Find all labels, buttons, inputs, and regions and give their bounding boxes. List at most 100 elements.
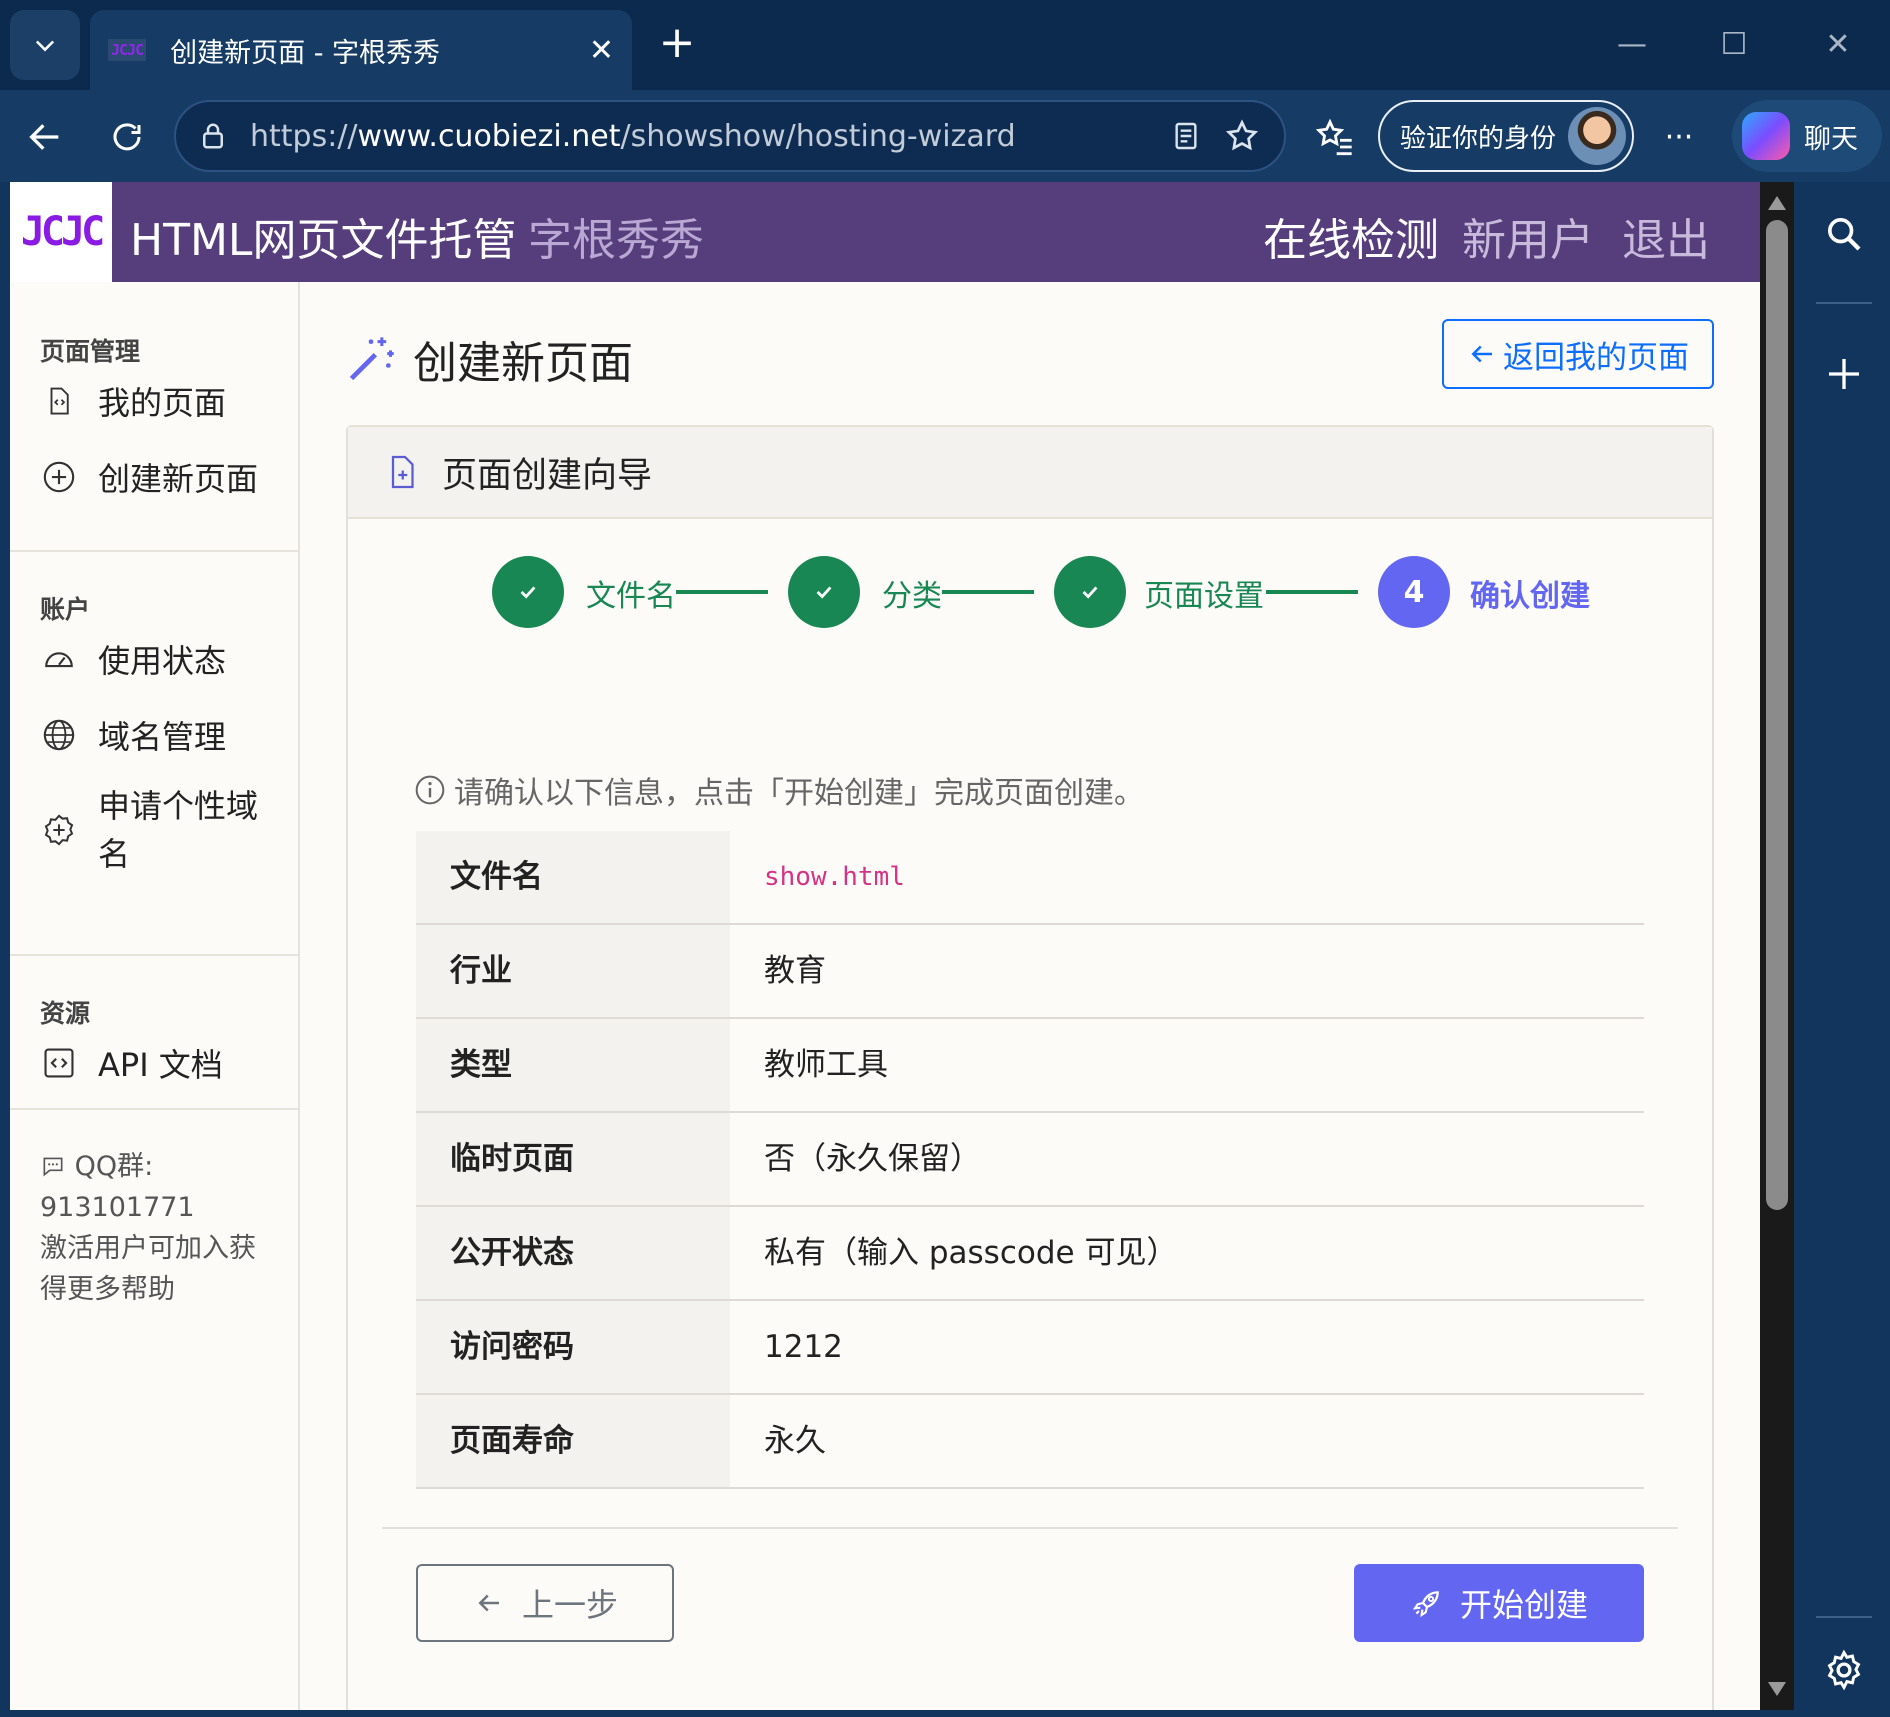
sidebar-item-label: 使用状态 xyxy=(98,642,227,680)
sidebar: 页面管理 我的页面 创建新页面 账户 使用状态 域名管理 申请个性域名 资源 A… xyxy=(10,282,300,1710)
sidebar-item-my-pages[interactable]: 我的页面 xyxy=(40,378,226,424)
copilot-icon xyxy=(1742,112,1790,160)
address-bar[interactable]: https://www.cuobiezi.net/showshow/hostin… xyxy=(174,100,1286,172)
scroll-up-arrow[interactable] xyxy=(1768,196,1786,210)
page-title-text: 创建新页面 xyxy=(413,338,633,389)
magic-wand-icon xyxy=(349,337,394,381)
page-scrollbar[interactable] xyxy=(1760,182,1794,1710)
sidebar-divider xyxy=(1816,1616,1872,1618)
summary-value: 私有（输入 passcode 可见） xyxy=(764,1235,1178,1271)
lock-icon[interactable] xyxy=(198,121,228,151)
summary-key: 临时页面 xyxy=(416,1113,730,1205)
sidebar-section-title: 页面管理 xyxy=(40,337,141,366)
info-circle-icon xyxy=(415,775,445,805)
previous-button-label: 上一步 xyxy=(521,1586,618,1624)
tab-favicon: JCJC xyxy=(108,39,147,61)
start-create-button[interactable]: 开始创建 xyxy=(1354,1564,1644,1642)
site-subtitle[interactable]: 字根秀秀 xyxy=(528,204,704,268)
url-text[interactable]: https://www.cuobiezi.net/showshow/hostin… xyxy=(250,119,1150,154)
step-1-label: 文件名 xyxy=(586,579,676,614)
maximize-icon[interactable]: ☐ xyxy=(1706,20,1762,70)
verify-identity-button[interactable]: 验证你的身份 xyxy=(1378,100,1634,172)
sidebar-divider xyxy=(1816,302,1872,304)
favorites-button[interactable] xyxy=(1310,112,1360,162)
summary-value: 1212 xyxy=(764,1329,843,1365)
summary-value: 永久 xyxy=(764,1423,826,1459)
sidebar-section-title: 账户 xyxy=(40,595,91,624)
sidebar-item-label: 我的页面 xyxy=(98,384,227,422)
new-tab-button[interactable]: + xyxy=(652,18,702,68)
edge-sidebar xyxy=(1794,182,1890,1717)
sidebar-divider xyxy=(10,954,300,956)
sidebar-item-api-docs[interactable]: API 文档 xyxy=(40,1040,223,1086)
back-nav-button[interactable] xyxy=(20,112,70,162)
browser-tab-active[interactable]: JCJC 创建新页面 - 字根秀秀 ✕ xyxy=(90,10,632,90)
sidebar-search-icon[interactable] xyxy=(1816,206,1872,262)
browser-toolbar: https://www.cuobiezi.net/showshow/hostin… xyxy=(0,90,1890,182)
scroll-thumb[interactable] xyxy=(1766,220,1788,1210)
settings-gear-icon[interactable] xyxy=(1816,1642,1872,1698)
plus-circle-icon xyxy=(40,458,78,496)
page-title: 创建新页面 xyxy=(345,327,633,391)
step-3-label: 页面设置 xyxy=(1144,579,1264,614)
more-options-icon[interactable]: ··· xyxy=(1654,112,1704,162)
tab-actions-menu[interactable] xyxy=(10,10,80,80)
sidebar-section-title: 资源 xyxy=(40,999,91,1028)
summary-key: 行业 xyxy=(416,925,730,1017)
sidebar-item-usage[interactable]: 使用状态 xyxy=(40,636,226,682)
step-1-done xyxy=(492,556,564,628)
summary-key: 公开状态 xyxy=(416,1207,730,1299)
favorite-star-icon[interactable] xyxy=(1222,116,1262,156)
step-4-active: 4 xyxy=(1378,556,1450,628)
arrow-left-icon xyxy=(1471,345,1492,363)
check-icon xyxy=(520,586,536,599)
wizard-card-header: 页面创建向导 xyxy=(348,427,1712,519)
nav-new-user[interactable]: 新用户 xyxy=(1462,204,1594,268)
summary-key: 文件名 xyxy=(416,831,730,923)
qq-note: 激活用户可加入获得更多帮助 xyxy=(40,1233,256,1305)
step-2-done xyxy=(788,556,860,628)
tab-close-icon[interactable]: ✕ xyxy=(589,33,614,68)
table-row: 公开状态 私有（输入 passcode 可见） xyxy=(416,1207,1644,1301)
check-icon xyxy=(1082,586,1098,599)
code-square-icon xyxy=(40,1044,78,1082)
copilot-chat-button[interactable]: 聊天 xyxy=(1732,100,1882,172)
wizard-card-title: 页面创建向导 xyxy=(442,455,653,496)
file-plus-icon xyxy=(391,455,414,489)
page-viewport: JCJC HTML网页文件托管 字根秀秀 在线检测 新用户 退出 页面管理 我的… xyxy=(10,182,1760,1710)
step-connector xyxy=(1266,590,1358,594)
card-footer-divider xyxy=(382,1527,1678,1529)
qq-label: QQ群: xyxy=(74,1151,154,1182)
site-title[interactable]: HTML网页文件托管 xyxy=(130,204,516,268)
app-header: JCJC HTML网页文件托管 字根秀秀 在线检测 新用户 退出 xyxy=(10,182,1760,282)
sidebar-item-label: 申请个性域名 xyxy=(98,787,259,873)
sidebar-add-icon[interactable] xyxy=(1816,346,1872,402)
table-row: 行业 教育 xyxy=(416,925,1644,1019)
window-close-icon[interactable]: ✕ xyxy=(1810,20,1866,70)
start-button-label: 开始创建 xyxy=(1459,1586,1588,1624)
table-row: 访问密码 1212 xyxy=(416,1301,1644,1395)
reading-view-icon[interactable] xyxy=(1166,116,1206,156)
sidebar-item-domains[interactable]: 域名管理 xyxy=(40,712,226,758)
step-2-label: 分类 xyxy=(882,579,942,614)
summary-key: 页面寿命 xyxy=(416,1395,730,1487)
minimize-icon[interactable]: — xyxy=(1604,20,1660,70)
site-logo[interactable]: JCJC xyxy=(10,182,112,282)
tab-title: 创建新页面 - 字根秀秀 xyxy=(170,37,441,69)
step-3-done xyxy=(1054,556,1126,628)
sidebar-item-create-page[interactable]: 创建新页面 xyxy=(40,454,258,500)
nav-online-check[interactable]: 在线检测 xyxy=(1263,204,1439,268)
scroll-down-arrow[interactable] xyxy=(1768,1682,1786,1696)
summary-key: 访问密码 xyxy=(416,1301,730,1393)
nav-logout[interactable]: 退出 xyxy=(1622,204,1710,268)
summary-value: 教育 xyxy=(764,953,826,989)
reload-button[interactable] xyxy=(102,112,152,162)
favorites-list-icon xyxy=(1315,118,1352,156)
summary-table: 文件名 show.html 行业 教育 类型 教师工具 临时页面 否（永久保留）… xyxy=(416,831,1644,1489)
chevron-down-icon xyxy=(35,40,55,52)
back-to-my-pages-button[interactable]: 返回我的页面 xyxy=(1442,319,1714,389)
previous-step-button[interactable]: 上一步 xyxy=(416,1564,674,1642)
sidebar-item-custom-domain[interactable]: 申请个性域名 xyxy=(40,782,268,878)
rocket-icon xyxy=(1410,1586,1444,1620)
arrow-left-icon xyxy=(472,1586,506,1620)
